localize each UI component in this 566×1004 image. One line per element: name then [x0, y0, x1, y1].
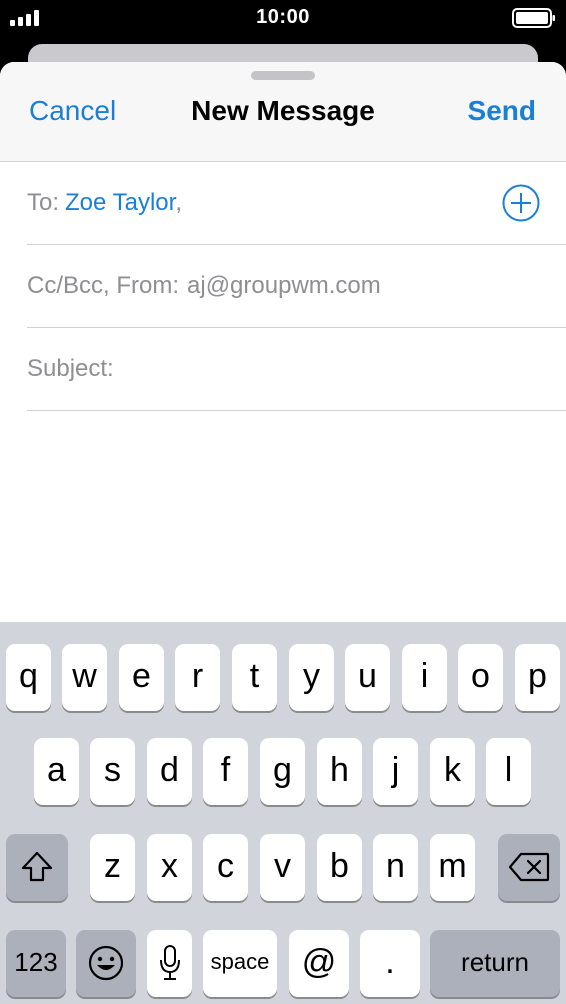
recipient-separator: ,	[175, 189, 182, 216]
key-m[interactable]: m	[430, 834, 475, 901]
key-t[interactable]: t	[232, 644, 277, 711]
compose-header: Cancel New Message Send	[0, 62, 566, 162]
battery-icon	[512, 8, 555, 28]
key-w[interactable]: w	[62, 644, 107, 711]
key-d[interactable]: d	[147, 738, 192, 805]
key-k[interactable]: k	[430, 738, 475, 805]
status-time: 10:00	[256, 6, 310, 28]
key-o[interactable]: o	[458, 644, 503, 711]
subject-label: Subject:	[27, 355, 114, 382]
cc-bcc-from-field[interactable]: Cc/Bcc, From: aj@groupwm.com	[27, 245, 566, 328]
subject-field[interactable]: Subject:	[27, 328, 566, 411]
plus-circle-icon[interactable]	[502, 184, 540, 222]
key-v[interactable]: v	[260, 834, 305, 901]
microphone-icon	[159, 945, 180, 980]
from-address: aj@groupwm.com	[187, 272, 381, 299]
cc-bcc-from-label: Cc/Bcc, From:	[27, 272, 180, 299]
key-j[interactable]: j	[373, 738, 418, 805]
at-key[interactable]: @	[289, 930, 349, 997]
key-l[interactable]: l	[486, 738, 531, 805]
key-f[interactable]: f	[203, 738, 248, 805]
recipient-token[interactable]: Zoe Taylor	[65, 189, 175, 216]
status-bar: 10:00	[0, 0, 566, 36]
to-field[interactable]: To: Zoe Taylor,	[27, 162, 566, 245]
send-button[interactable]: Send	[468, 95, 536, 127]
key-q[interactable]: q	[6, 644, 51, 711]
to-label: To:	[27, 189, 60, 216]
delete-key[interactable]	[498, 834, 560, 901]
space-key[interactable]: space	[203, 930, 277, 997]
key-p[interactable]: p	[515, 644, 560, 711]
emoji-key[interactable]	[76, 930, 136, 997]
key-u[interactable]: u	[345, 644, 390, 711]
key-s[interactable]: s	[90, 738, 135, 805]
emoji-face-icon	[88, 945, 124, 981]
key-i[interactable]: i	[402, 644, 447, 711]
subject-input[interactable]	[137, 348, 541, 390]
key-z[interactable]: z	[90, 834, 135, 901]
key-g[interactable]: g	[260, 738, 305, 805]
key-x[interactable]: x	[147, 834, 192, 901]
keyboard: q w e r t y u i o p a s d f g h j k l z …	[0, 622, 566, 1004]
key-y[interactable]: y	[289, 644, 334, 711]
return-key[interactable]: return	[430, 930, 560, 997]
key-a[interactable]: a	[34, 738, 79, 805]
backspace-icon	[508, 852, 550, 882]
key-r[interactable]: r	[175, 644, 220, 711]
key-n[interactable]: n	[373, 834, 418, 901]
key-e[interactable]: e	[119, 644, 164, 711]
sheet-grabber[interactable]	[251, 71, 315, 80]
dictation-key[interactable]	[147, 930, 192, 997]
key-b[interactable]: b	[317, 834, 362, 901]
period-key[interactable]: .	[360, 930, 420, 997]
numbers-key[interactable]: 123	[6, 930, 66, 997]
key-c[interactable]: c	[203, 834, 248, 901]
shift-key[interactable]	[6, 834, 68, 901]
key-h[interactable]: h	[317, 738, 362, 805]
shift-arrow-icon	[21, 851, 53, 882]
